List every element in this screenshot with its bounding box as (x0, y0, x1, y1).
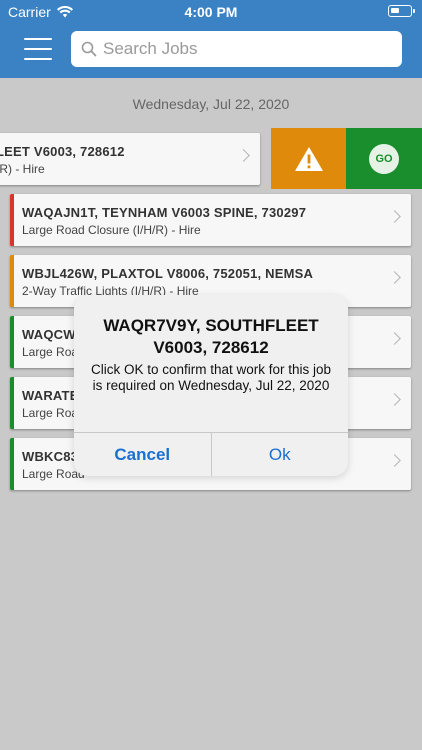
go-label: GO (369, 143, 399, 174)
chevron-right-icon (388, 393, 401, 406)
chevron-right-icon (237, 149, 250, 162)
search-icon (81, 41, 97, 57)
app-header: Carrier 4:00 PM (0, 0, 422, 78)
job-title: WARATE (22, 388, 79, 403)
job-title: WAQAJN1T, TEYNHAM V6003 SPINE, 730297 (22, 205, 307, 220)
job-title: LEET V6003, 728612 (0, 144, 125, 159)
warning-icon (294, 146, 323, 171)
search-bar[interactable] (71, 31, 402, 67)
job-title: WBJL426W, PLAXTOL V8006, 752051, NEMSA (22, 266, 314, 281)
chevron-right-icon (388, 210, 401, 223)
status-bar: Carrier 4:00 PM (0, 0, 422, 24)
job-subtitle: /R) - Hire (0, 162, 45, 176)
status-time: 4:00 PM (184, 4, 238, 20)
cancel-button[interactable]: Cancel (74, 433, 212, 476)
menu-icon[interactable] (24, 38, 52, 60)
chevron-right-icon (388, 332, 401, 345)
dialog-actions: Cancel Ok (74, 432, 348, 476)
warning-action-button[interactable] (271, 128, 346, 189)
confirm-dialog: WAQR7V9Y, SOUTHFLEET V6003, 728612 Click… (74, 295, 348, 476)
chevron-right-icon (388, 454, 401, 467)
job-title: WBKC83 (22, 449, 79, 464)
go-action-button[interactable]: GO (346, 128, 422, 189)
ok-button[interactable]: Ok (212, 433, 349, 476)
job-row[interactable]: WAQAJN1T, TEYNHAM V6003 SPINE, 730297 La… (10, 194, 411, 246)
date-heading: Wednesday, Jul 22, 2020 (132, 96, 290, 112)
job-row-swiped[interactable]: LEET V6003, 728612 /R) - Hire (0, 133, 260, 185)
battery-icon (388, 5, 415, 17)
search-input[interactable] (103, 39, 383, 59)
job-subtitle: Large Road Closure (I/H/R) - Hire (22, 223, 201, 237)
dialog-message: Click OK to confirm that work for this j… (90, 362, 332, 393)
chevron-right-icon (388, 271, 401, 284)
dialog-title: WAQR7V9Y, SOUTHFLEET V6003, 728612 (103, 316, 319, 357)
